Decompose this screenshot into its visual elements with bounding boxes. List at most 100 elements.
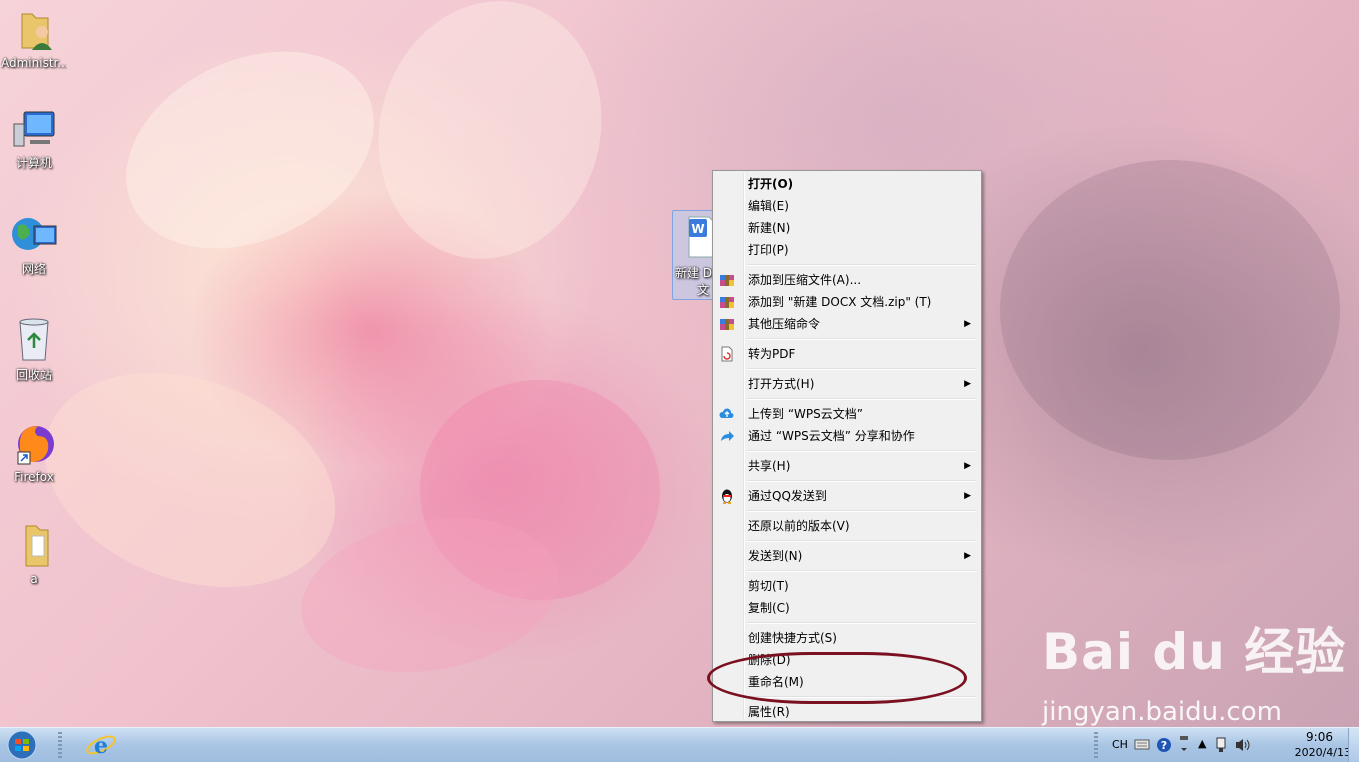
recycle-bin-icon [19, 318, 49, 361]
firefox-icon [17, 426, 54, 465]
menu-separator [715, 447, 979, 455]
menu-item-label: 打印(P) [748, 243, 789, 257]
menu-separator [715, 507, 979, 515]
menu-item-more-compress[interactable]: 其他压缩命令 ▶ [715, 313, 979, 335]
menu-item-label: 打开方式(H) [748, 377, 815, 391]
taskbar-internet-explorer[interactable]: e [84, 730, 120, 760]
user-folder-icon [21, 13, 52, 50]
menu-item-restore-previous[interactable]: 还原以前的版本(V) [715, 515, 979, 537]
show-desktop-button[interactable] [1348, 728, 1359, 762]
menu-item-cut[interactable]: 剪切(T) [715, 575, 979, 597]
context-menu[interactable]: 打开(O) 编辑(E) 新建(N) 打印(P) 添加到压缩文件(A)... 添加… [712, 170, 982, 722]
menu-item-send-via-qq[interactable]: 通过QQ发送到 ▶ [715, 485, 979, 507]
volume-icon[interactable] [1234, 737, 1252, 753]
menu-item-label: 通过QQ发送到 [748, 489, 827, 503]
menu-item-label: 属性(R) [748, 705, 790, 719]
menu-separator [715, 395, 979, 403]
input-language-indicator[interactable]: CH [1112, 738, 1128, 751]
submenu-arrow-icon: ▶ [964, 379, 971, 389]
menu-item-share-wps-cloud[interactable]: 通过 “WPS云文档” 分享和协作 [715, 425, 979, 447]
submenu-arrow-icon: ▶ [964, 461, 971, 471]
menu-item-label: 新建(N) [748, 221, 791, 235]
safely-remove-hardware-icon[interactable] [1214, 737, 1228, 753]
menu-item-label: 通过 “WPS云文档” 分享和协作 [748, 429, 915, 443]
computer-icon [13, 111, 55, 147]
menu-item-label: 复制(C) [748, 601, 790, 615]
menu-item-label: 编辑(E) [748, 199, 789, 213]
desktop-icon-firefox[interactable]: Firefox [1, 420, 67, 484]
menu-item-add-to-zip[interactable]: 添加到 "新建 DOCX 文档.zip" (T) [715, 291, 979, 313]
selected-file-label: 新建 D [675, 266, 713, 280]
menu-item-label: 上传到 “WPS云文档” [748, 407, 863, 421]
start-button[interactable] [2, 729, 46, 761]
desktop-icon-label: a [30, 572, 38, 586]
desktop-icon-label: 网络 [21, 262, 46, 276]
menu-item-open[interactable]: 打开(O) [715, 173, 979, 195]
network-icon [12, 218, 57, 250]
menu-item-label: 打开(O) [748, 177, 794, 191]
submenu-arrow-icon: ▶ [964, 551, 971, 561]
desktop-icon-label: 回收站 [15, 368, 52, 382]
menu-item-add-to-archive[interactable]: 添加到压缩文件(A)... [715, 269, 979, 291]
menu-item-share[interactable]: 共享(H) ▶ [715, 455, 979, 477]
menu-item-new[interactable]: 新建(N) [715, 217, 979, 239]
menu-item-label: 还原以前的版本(V) [748, 519, 850, 533]
menu-item-open-with[interactable]: 打开方式(H) ▶ [715, 373, 979, 395]
qq-penguin-icon [722, 489, 732, 504]
desktop-icon-label: Firefox [14, 470, 54, 484]
folder-icon [25, 525, 49, 567]
menu-item-upload-wps-cloud[interactable]: 上传到 “WPS云文档” [715, 403, 979, 425]
baidu-watermark-logo: Bai du 经验 [1042, 612, 1346, 684]
taskbar: e CH ? ▲ 9:06 2020/4/13 [0, 727, 1359, 762]
share-arrow-icon [721, 431, 734, 441]
menu-separator [715, 261, 979, 269]
show-hidden-icons-button[interactable]: ▲ [1198, 737, 1206, 750]
clock-date[interactable]: 2020/4/13 [1295, 746, 1351, 759]
language-bar-options-icon[interactable] [1178, 734, 1190, 754]
menu-item-label: 添加到压缩文件(A)... [748, 273, 862, 287]
submenu-arrow-icon: ▶ [964, 319, 971, 329]
menu-item-label: 添加到 "新建 DOCX 文档.zip" (T) [748, 295, 932, 309]
menu-item-label: 剪切(T) [748, 579, 789, 593]
menu-item-label: 创建快捷方式(S) [748, 631, 837, 645]
menu-item-label: 其他压缩命令 [748, 317, 821, 331]
desktop[interactable]: Administr... 计算机 网络 回收站 Firefox a W 新建 D… [0, 0, 1359, 727]
desktop-icon-administrator[interactable]: Administr... [1, 4, 67, 70]
cloud-upload-icon [719, 408, 734, 418]
menu-separator [715, 365, 979, 373]
archive-icon [720, 297, 734, 308]
taskbar-grip[interactable] [58, 732, 62, 758]
menu-separator [715, 567, 979, 575]
menu-separator [715, 335, 979, 343]
svg-text:e: e [94, 733, 108, 759]
desktop-icon-network[interactable]: 网络 [1, 212, 67, 277]
submenu-arrow-icon: ▶ [964, 491, 971, 501]
menu-item-copy[interactable]: 复制(C) [715, 597, 979, 619]
desktop-icon-recycle-bin[interactable]: 回收站 [1, 316, 67, 383]
pdf-convert-icon [721, 346, 733, 362]
menu-item-label: 转为PDF [748, 347, 796, 361]
desktop-icon-folder-a[interactable]: a [1, 522, 67, 586]
tray-grip[interactable] [1094, 732, 1098, 758]
menu-item-edit[interactable]: 编辑(E) [715, 195, 979, 217]
selected-file-label-line2: 文 [697, 283, 710, 297]
menu-item-label: 共享(H) [748, 459, 791, 473]
svg-text:?: ? [1161, 739, 1167, 752]
help-icon[interactable]: ? [1156, 737, 1172, 753]
menu-separator [715, 477, 979, 485]
clock-time[interactable]: 9:06 [1306, 730, 1333, 744]
annotation-highlight-oval [707, 652, 967, 704]
windows-orb-icon [7, 730, 37, 760]
baidu-watermark-url: jingyan.baidu.com [1042, 697, 1282, 727]
menu-item-send-to[interactable]: 发送到(N) ▶ [715, 545, 979, 567]
menu-item-print[interactable]: 打印(P) [715, 239, 979, 261]
menu-item-create-shortcut[interactable]: 创建快捷方式(S) [715, 627, 979, 649]
archive-icon [720, 319, 734, 330]
menu-item-to-pdf[interactable]: 转为PDF [715, 343, 979, 365]
svg-text:W: W [691, 222, 704, 236]
desktop-icon-computer[interactable]: 计算机 [1, 110, 67, 171]
menu-separator [715, 537, 979, 545]
menu-item-label: 发送到(N) [748, 549, 803, 563]
keyboard-icon[interactable] [1134, 737, 1150, 751]
menu-item-properties[interactable]: 属性(R) [715, 701, 979, 723]
